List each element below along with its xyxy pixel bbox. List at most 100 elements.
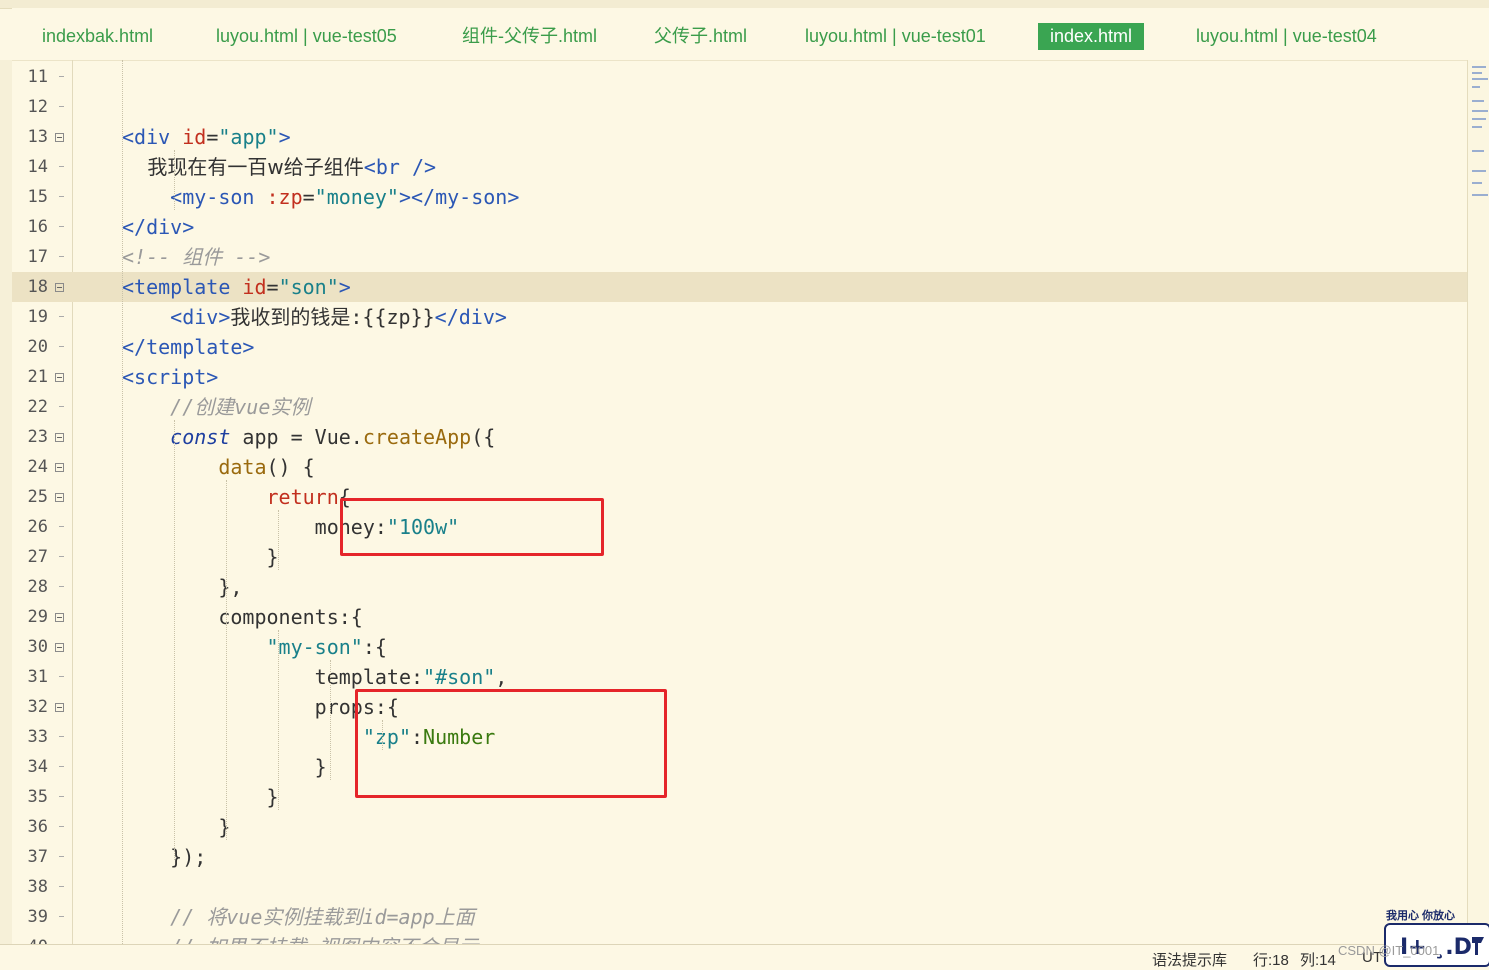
code-token: template — [122, 665, 411, 689]
code-line[interactable]: 17 <!-- 组件 --> — [12, 242, 1467, 272]
tab-4[interactable]: 父传子.html — [642, 23, 759, 50]
code-line[interactable]: 11 — [12, 62, 1467, 92]
code-token: // 如果不挂载 视图内容不会显示 — [122, 935, 478, 944]
gutter-tick — [59, 196, 64, 197]
code-token: 我现在有一百w给子组件 — [122, 155, 364, 179]
code-token: const — [122, 425, 243, 449]
fold-toggle-icon[interactable] — [55, 283, 64, 292]
code-line[interactable]: 25 return{ — [12, 482, 1467, 512]
code-token: } — [122, 815, 231, 839]
line-number: 25 — [27, 487, 48, 507]
fold-toggle-icon[interactable] — [55, 463, 64, 472]
code-line[interactable]: 18 <template id="son"> — [12, 272, 1467, 302]
minimap-mark — [1472, 110, 1488, 112]
code-line[interactable]: 24 data() { — [12, 452, 1467, 482]
code-line[interactable]: 12 — [12, 92, 1467, 122]
code-text: "my-son":{ — [122, 632, 386, 662]
code-line[interactable]: 34 } — [12, 752, 1467, 782]
editor-tab-bar: indexbak.html luyou.html | vue-test05 组件-父… — [12, 8, 1489, 61]
gutter-tick — [59, 916, 64, 917]
minimap[interactable] — [1467, 60, 1489, 944]
line-number: 18 — [27, 277, 48, 297]
code-token: "money" — [314, 185, 399, 209]
minimap-mark — [1472, 194, 1488, 196]
code-line[interactable]: 22 //创建vue实例 — [12, 392, 1467, 422]
fold-toggle-icon[interactable] — [55, 433, 64, 442]
tab-5[interactable]: luyou.html | vue-test01 — [793, 23, 998, 50]
fold-toggle-icon[interactable] — [55, 373, 64, 382]
code-line[interactable]: 40 // 如果不挂载 视图内容不会显示 — [12, 932, 1467, 944]
code-line[interactable]: 21 <script> — [12, 362, 1467, 392]
code-line[interactable]: 20 </template> — [12, 332, 1467, 362]
code-line[interactable]: 23 const app = Vue.createApp({ — [12, 422, 1467, 452]
highlight-box-money — [340, 498, 604, 556]
indent-guide — [278, 510, 279, 570]
code-line[interactable]: 33 "zp":Number — [12, 722, 1467, 752]
fold-toggle-icon[interactable] — [55, 133, 64, 142]
line-number: 33 — [27, 727, 48, 747]
code-text: //创建vue实例 — [122, 392, 310, 422]
code-line[interactable]: 32 props:{ — [12, 692, 1467, 722]
line-number: 31 — [27, 667, 48, 687]
line-number: 12 — [27, 97, 48, 117]
tab-7[interactable]: luyou.html | vue-test04 — [1184, 23, 1389, 50]
code-line[interactable]: 31 template:"#son", — [12, 662, 1467, 692]
gutter-tick — [59, 556, 64, 557]
code-text: <template id="son"> — [122, 272, 351, 302]
code-token: // 将vue实例挂载到id=app上面 — [122, 905, 475, 929]
code-line[interactable]: 16 </div> — [12, 212, 1467, 242]
fold-toggle-icon[interactable] — [55, 493, 64, 502]
line-number: 19 — [27, 307, 48, 327]
code-token: app = Vue. — [242, 425, 363, 449]
code-token: :zp — [266, 185, 303, 209]
line-number: 11 — [27, 67, 48, 87]
code-line[interactable]: 19 <div>我收到的钱是:{{zp}}</div> — [12, 302, 1467, 332]
code-text: 我现在有一百w给子组件<br /> — [122, 152, 436, 182]
code-line[interactable]: 29 components:{ — [12, 602, 1467, 632]
line-number: 34 — [27, 757, 48, 777]
syntax-hint-library[interactable]: 语法提示库 — [1152, 949, 1227, 970]
tab-6[interactable]: index.html — [1038, 23, 1145, 50]
code-editor[interactable]: 11 12 13 <div id="app"> 14 我现在有一百w给子组件<br />… — [12, 60, 1467, 944]
line-number: 17 — [27, 247, 48, 267]
fold-toggle-icon[interactable] — [55, 613, 64, 622]
code-token: </div> — [122, 215, 195, 239]
tab-2[interactable]: luyou.html | vue-test05 — [204, 23, 409, 50]
code-line[interactable]: 14 我现在有一百w给子组件<br /> — [12, 152, 1467, 182]
code-line[interactable]: 30 "my-son":{ — [12, 632, 1467, 662]
code-token: 我收到的钱是 — [230, 305, 351, 329]
gutter-tick — [59, 586, 64, 587]
minimap-mark — [1472, 86, 1480, 88]
status-bar: 语法提示库 行:18 列:14 UT — [0, 944, 1489, 970]
code-token: <div> — [122, 305, 231, 329]
code-line[interactable]: 36 } — [12, 812, 1467, 842]
line-number: 35 — [27, 787, 48, 807]
code-line[interactable]: 38 — [12, 872, 1467, 902]
code-line[interactable]: 37 }); — [12, 842, 1467, 872]
tab-1[interactable]: indexbak.html — [30, 23, 165, 50]
fold-toggle-icon[interactable] — [55, 643, 64, 652]
code-token: = — [206, 125, 219, 149]
code-text: } — [122, 812, 230, 842]
line-number: 13 — [27, 127, 48, 147]
gutter-tick — [59, 886, 64, 887]
highlight-box-props — [355, 689, 667, 798]
code-token: ({ — [471, 425, 496, 449]
code-line[interactable]: 28 }, — [12, 572, 1467, 602]
tab-3[interactable]: 组件-父传子.html — [450, 23, 609, 50]
code-token: <br /> — [363, 155, 437, 179]
code-token: : — [410, 665, 424, 689]
code-line[interactable]: 13 <div id="app"> — [12, 122, 1467, 152]
line-number: 21 — [27, 367, 48, 387]
code-line[interactable]: 35 } — [12, 782, 1467, 812]
code-line[interactable]: 39 // 将vue实例挂载到id=app上面 — [12, 902, 1467, 932]
code-text: <div>我收到的钱是:{{zp}}</div> — [122, 302, 507, 332]
fold-toggle-icon[interactable] — [55, 703, 64, 712]
code-token: return — [122, 485, 339, 509]
gutter-tick — [59, 226, 64, 227]
code-line[interactable]: 26 money:"100w" — [12, 512, 1467, 542]
code-line[interactable]: 27 } — [12, 542, 1467, 572]
code-token: > — [338, 275, 351, 299]
code-line[interactable]: 15 <my-son :zp="money"></my-son> — [12, 182, 1467, 212]
code-token: money — [122, 515, 375, 539]
